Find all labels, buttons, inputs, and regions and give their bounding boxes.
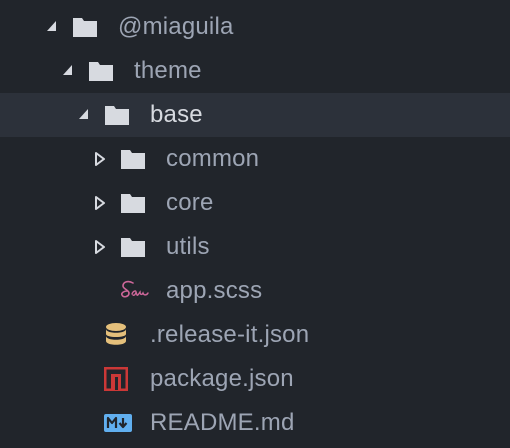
tree-item-release-it-json[interactable]: .release-it.json (0, 313, 510, 357)
tree-item-readme-md[interactable]: README.md (0, 401, 510, 445)
npm-icon (104, 357, 132, 401)
sass-icon (120, 269, 149, 313)
tree-item-label: theme (134, 57, 202, 84)
tree-item-app-scss[interactable]: app.scss (0, 269, 510, 313)
tree-item-common[interactable]: common (0, 137, 510, 181)
tree-item-label: base (150, 101, 203, 128)
tree-item-utils[interactable]: utils (0, 225, 510, 269)
markdown-icon (104, 401, 132, 445)
folder-icon (120, 181, 148, 225)
collapsed-arrow-icon[interactable] (95, 181, 109, 225)
folder-icon (120, 225, 148, 269)
tree-item-label: @miaguila (118, 13, 234, 40)
file-tree: @miaguila theme base common core utils a… (0, 0, 510, 448)
expanded-arrow-icon[interactable] (78, 93, 92, 137)
folder-icon (120, 137, 148, 181)
expanded-arrow-icon[interactable] (62, 49, 76, 93)
collapsed-arrow-icon[interactable] (95, 225, 109, 269)
tree-item-label: app.scss (166, 277, 263, 304)
tree-item-base[interactable]: base (0, 93, 510, 137)
tree-item-label: README.md (150, 409, 295, 436)
tree-item-core[interactable]: core (0, 181, 510, 225)
collapsed-arrow-icon[interactable] (95, 137, 109, 181)
tree-item-theme[interactable]: theme (0, 49, 510, 93)
folder-icon (72, 5, 100, 49)
tree-item-label: common (166, 145, 260, 172)
folder-icon (88, 49, 116, 93)
database-icon (104, 313, 132, 357)
tree-item-label: .release-it.json (150, 321, 310, 348)
tree-item-label: package.json (150, 365, 294, 392)
tree-item-miaguila[interactable]: @miaguila (0, 5, 510, 49)
folder-icon (104, 93, 132, 137)
tree-item-label: utils (166, 233, 210, 260)
tree-item-package-json[interactable]: package.json (0, 357, 510, 401)
tree-item-label: core (166, 189, 214, 216)
expanded-arrow-icon[interactable] (46, 5, 60, 49)
